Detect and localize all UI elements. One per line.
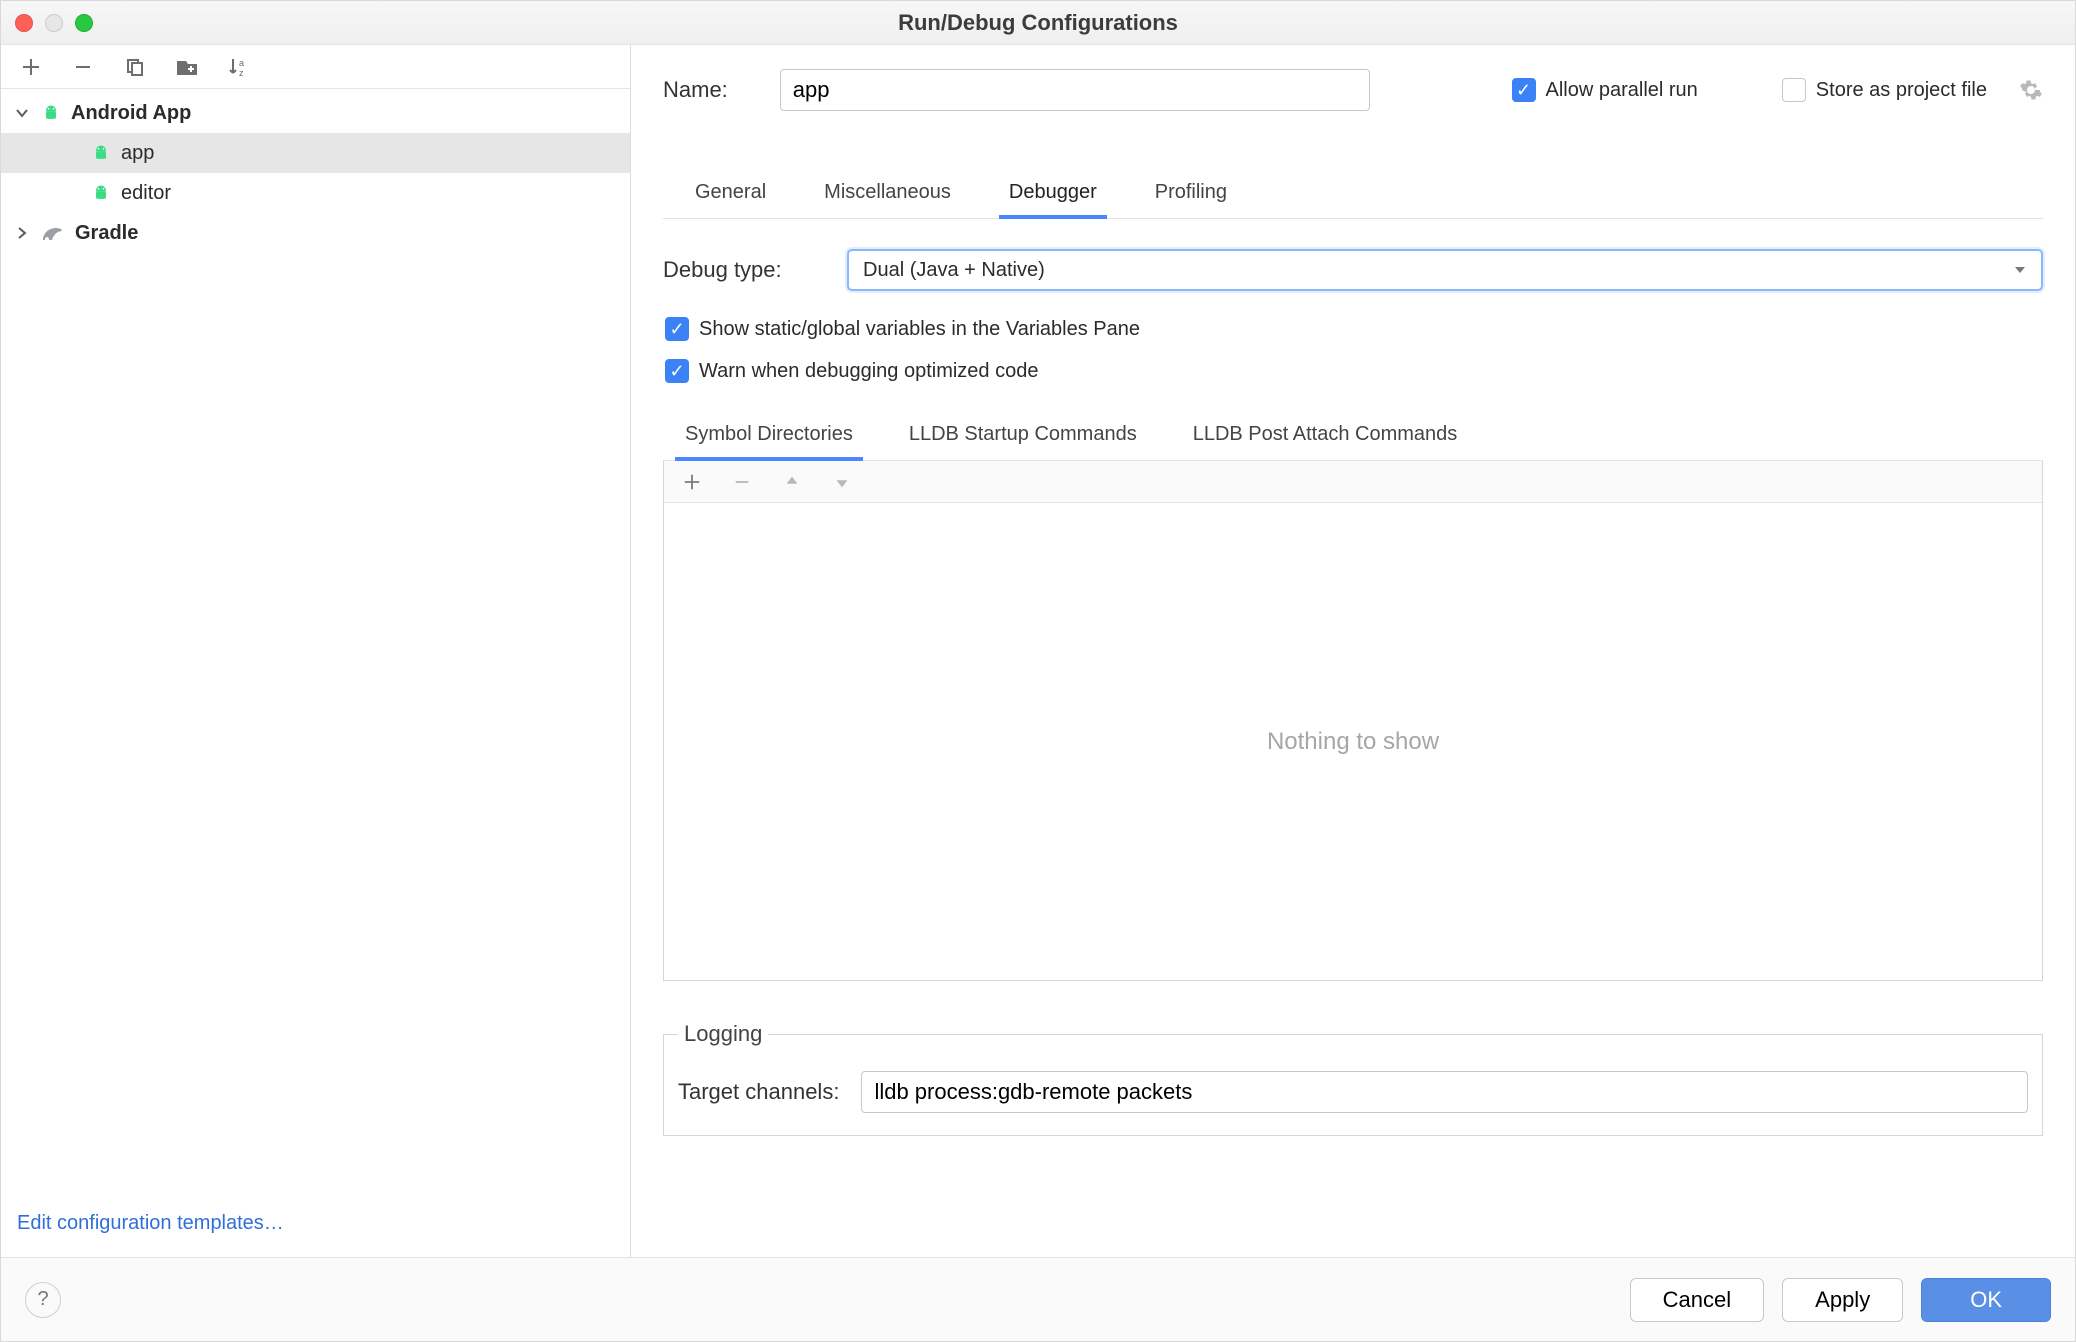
apply-button[interactable]: Apply [1782, 1278, 1903, 1322]
traffic-lights [15, 14, 93, 32]
tab-debugger[interactable]: Debugger [1005, 171, 1101, 218]
debugger-subtabs: Symbol Directories LLDB Startup Commands… [663, 413, 2043, 461]
logging-legend: Logging [678, 1021, 768, 1047]
window-title: Run/Debug Configurations [15, 10, 2061, 36]
sidebar-footer: Edit configuration templates… [1, 1194, 630, 1257]
tree-item-label: app [121, 142, 154, 165]
target-channels-row: Target channels: [678, 1071, 2028, 1113]
svg-text:a: a [239, 58, 244, 68]
store-project-label: Store as project file [1816, 79, 1987, 102]
allow-parallel-check[interactable]: ✓ Allow parallel run [1512, 78, 1698, 102]
checkbox-unchecked-icon [1782, 78, 1806, 102]
add-icon[interactable] [19, 55, 43, 79]
tree-group-label: Android App [71, 102, 191, 125]
android-icon [91, 183, 111, 203]
name-label: Name: [663, 77, 728, 103]
sort-alpha-icon[interactable]: az [227, 55, 251, 79]
warn-optimized-label: Warn when debugging optimized code [699, 360, 1038, 383]
close-icon[interactable] [15, 14, 33, 32]
copy-icon[interactable] [123, 55, 147, 79]
logging-fieldset: Logging Target channels: [663, 1021, 2043, 1136]
allow-parallel-label: Allow parallel run [1546, 79, 1698, 102]
subtab-lldb-startup[interactable]: LLDB Startup Commands [905, 413, 1141, 460]
tab-miscellaneous[interactable]: Miscellaneous [820, 171, 955, 218]
chevron-right-icon [13, 226, 31, 240]
subtab-symbol-dirs[interactable]: Symbol Directories [681, 413, 857, 460]
gear-icon[interactable] [2019, 78, 2043, 102]
panel-toolbar [664, 461, 2042, 503]
debug-type-value: Dual (Java + Native) [863, 259, 1045, 282]
remove-icon[interactable] [730, 470, 754, 494]
main: az Android App [1, 45, 2075, 1257]
android-icon [91, 143, 111, 163]
tree-group-gradle[interactable]: Gradle [1, 213, 630, 253]
save-template-icon[interactable] [175, 55, 199, 79]
tab-profiling[interactable]: Profiling [1151, 171, 1231, 218]
footer: ? Cancel Apply OK [1, 1257, 2075, 1341]
checkbox-checked-icon: ✓ [665, 359, 689, 383]
symbol-dirs-panel: Nothing to show [663, 461, 2043, 981]
ok-button[interactable]: OK [1921, 1278, 2051, 1322]
chevron-down-icon [13, 106, 31, 120]
chevron-down-icon [2013, 263, 2027, 277]
tree-item-label: editor [121, 182, 171, 205]
tree-group-android-app[interactable]: Android App [1, 93, 630, 133]
name-input[interactable] [780, 69, 1370, 111]
target-channels-label: Target channels: [678, 1079, 839, 1105]
zoom-icon[interactable] [75, 14, 93, 32]
config-tree: Android App app editor [1, 89, 630, 1194]
sidebar-toolbar: az [1, 45, 630, 89]
debugger-checks: ✓ Show static/global variables in the Va… [663, 317, 2043, 383]
move-down-icon[interactable] [830, 470, 854, 494]
minimize-icon[interactable] [45, 14, 63, 32]
cancel-button[interactable]: Cancel [1630, 1278, 1764, 1322]
checkbox-checked-icon: ✓ [1512, 78, 1536, 102]
window: Run/Debug Configurations az [0, 0, 2076, 1342]
android-icon [41, 103, 61, 123]
gradle-icon [41, 224, 65, 242]
debug-type-label: Debug type: [663, 257, 823, 283]
warn-optimized-check[interactable]: ✓ Warn when debugging optimized code [665, 359, 2043, 383]
main-tabs: General Miscellaneous Debugger Profiling [663, 171, 2043, 219]
show-static-check[interactable]: ✓ Show static/global variables in the Va… [665, 317, 2043, 341]
show-static-label: Show static/global variables in the Vari… [699, 318, 1140, 341]
subtab-lldb-post-attach[interactable]: LLDB Post Attach Commands [1189, 413, 1462, 460]
tree-item-editor[interactable]: editor [1, 173, 630, 213]
edit-templates-link[interactable]: Edit configuration templates… [17, 1212, 284, 1234]
tree-group-label: Gradle [75, 222, 138, 245]
remove-icon[interactable] [71, 55, 95, 79]
tree-item-app[interactable]: app [1, 133, 630, 173]
tab-general[interactable]: General [691, 171, 770, 218]
checkbox-checked-icon: ✓ [665, 317, 689, 341]
panel-empty-text: Nothing to show [664, 503, 2042, 980]
content: Name: ✓ Allow parallel run Store as proj… [631, 45, 2075, 1257]
svg-text:z: z [239, 68, 244, 78]
add-icon[interactable] [680, 470, 704, 494]
debug-type-row: Debug type: Dual (Java + Native) [663, 249, 2043, 291]
debug-type-dropdown[interactable]: Dual (Java + Native) [847, 249, 2043, 291]
store-project-check[interactable]: Store as project file [1782, 78, 1987, 102]
move-up-icon[interactable] [780, 470, 804, 494]
target-channels-input[interactable] [861, 1071, 2028, 1113]
name-row: Name: ✓ Allow parallel run Store as proj… [663, 69, 2043, 111]
help-icon[interactable]: ? [25, 1282, 61, 1318]
sidebar: az Android App [1, 45, 631, 1257]
titlebar: Run/Debug Configurations [1, 1, 2075, 45]
